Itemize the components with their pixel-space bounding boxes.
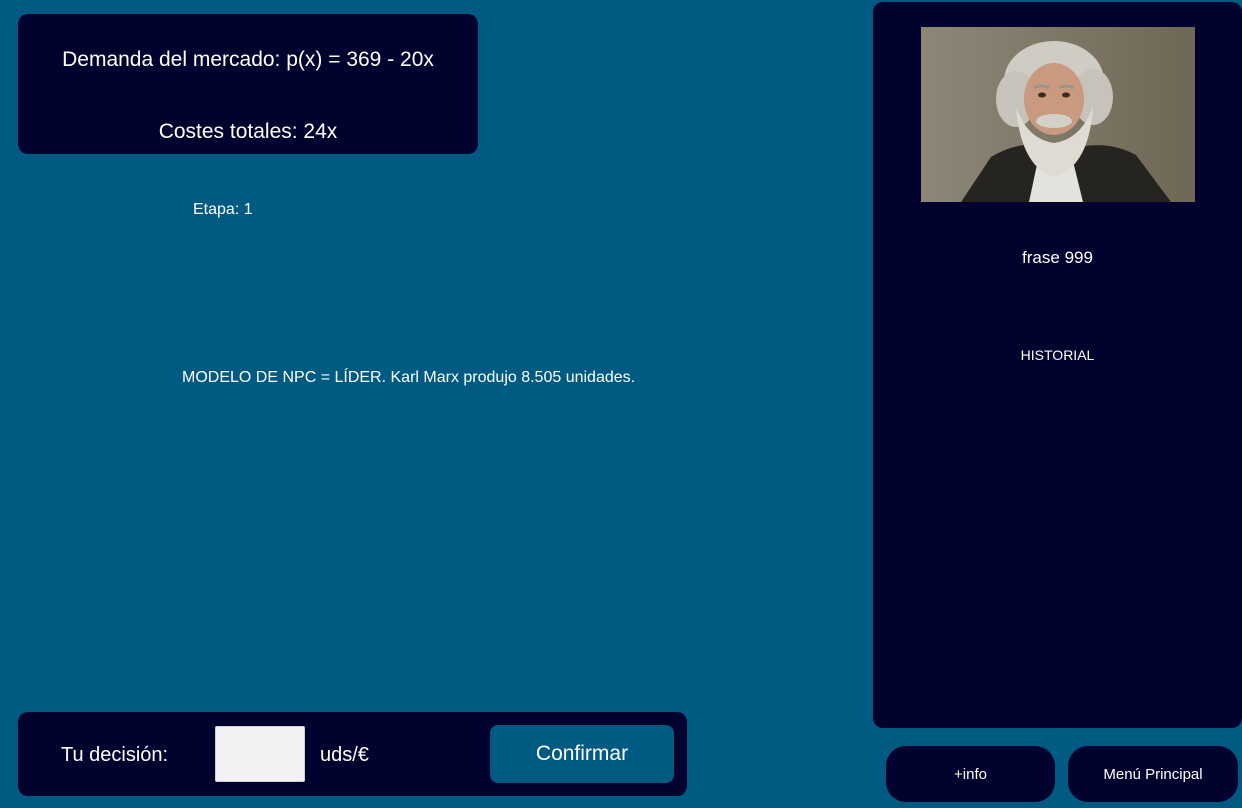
info-button[interactable]: +info — [886, 746, 1055, 802]
side-panel: frase 999 HISTORIAL — [873, 2, 1242, 728]
npc-message: MODELO DE NPC = LÍDER. Karl Marx produjo… — [182, 369, 636, 386]
decision-label: Tu decisión: — [61, 744, 169, 766]
main-menu-button[interactable]: Menú Principal — [1068, 746, 1238, 802]
confirm-button[interactable]: Confirmar — [490, 725, 674, 783]
decision-input[interactable] — [215, 726, 305, 782]
npc-quote: frase 999 — [1022, 248, 1093, 267]
history-title: HISTORIAL — [1020, 347, 1095, 363]
unit-label: uds/€ — [320, 744, 369, 766]
stage-indicator: Etapa: 1 — [193, 201, 253, 218]
game-screen: Demanda del mercado: p(x) = 369 - 20x Co… — [0, 0, 1242, 808]
market-info-card: Demanda del mercado: p(x) = 369 - 20x Co… — [18, 14, 478, 154]
market-demand-text: Demanda del mercado: p(x) = 369 - 20x — [62, 48, 434, 71]
portrait-icon — [921, 27, 1195, 202]
npc-portrait — [921, 27, 1195, 202]
decision-bar: Tu decisión: uds/€ Confirmar — [18, 712, 687, 796]
total-costs-text: Costes totales: 24x — [158, 120, 338, 143]
